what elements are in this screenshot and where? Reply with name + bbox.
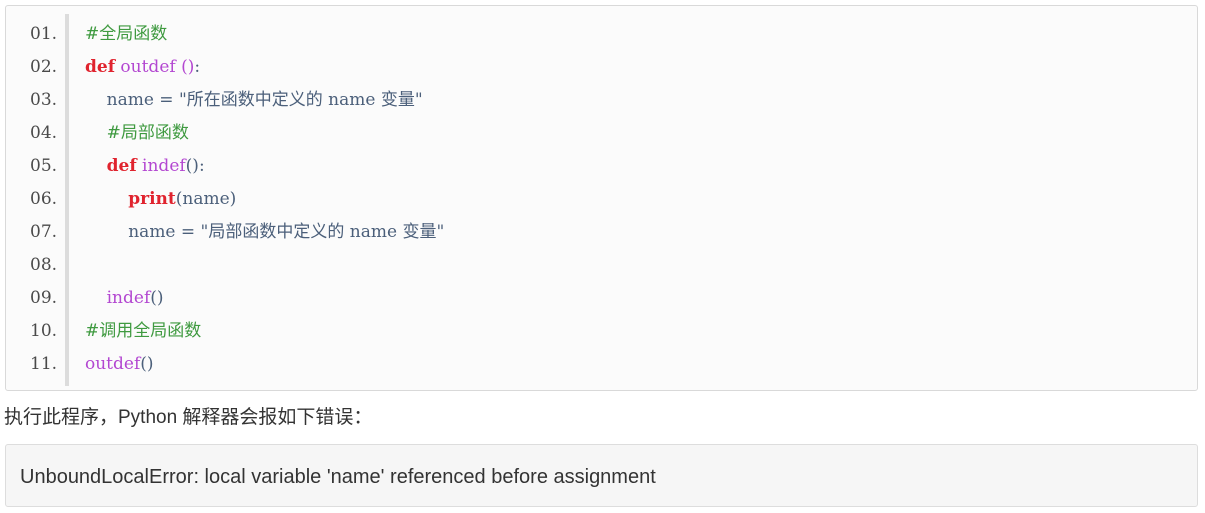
code-token: (): [140, 354, 154, 374]
code-text: #调用全局函数: [85, 315, 201, 348]
code-token: :: [194, 57, 201, 77]
code-token: #局部函数: [106, 123, 189, 143]
code-token: name =: [85, 222, 201, 242]
code-block: 01. #全局函数 02. def outdef (): 03. name = "所在函…: [5, 5, 1198, 391]
line-number: 10.: [30, 321, 58, 341]
line-number: 01.: [30, 24, 58, 44]
code-token: print: [128, 189, 176, 209]
code-token: :: [198, 156, 205, 176]
line-number: 03.: [30, 90, 58, 110]
line-number: 09.: [30, 288, 58, 308]
code-text: def indef():: [85, 150, 205, 183]
line-number: 04.: [30, 123, 58, 143]
code-token: #全局函数: [85, 24, 168, 44]
code-token: def: [85, 57, 116, 77]
code-token: indef: [106, 288, 151, 308]
error-output-box: UnboundLocalError: local variable 'name'…: [5, 444, 1198, 507]
code-token: (): [181, 57, 195, 77]
line-number: 07.: [30, 222, 58, 242]
code-token: "所在函数中定义的 name 变量": [178, 90, 423, 110]
code-text: def outdef ():: [85, 51, 200, 84]
code-token: (): [150, 288, 164, 308]
code-token: outdef: [120, 57, 176, 77]
error-message: UnboundLocalError: local variable 'name'…: [20, 466, 656, 488]
code-token: name =: [85, 90, 179, 110]
code-text: indef(): [85, 282, 164, 315]
code-text: outdef(): [85, 348, 154, 381]
line-number: 05.: [30, 156, 58, 176]
code-token: (): [185, 156, 199, 176]
code-token: def: [106, 156, 137, 176]
line-number: 02.: [30, 57, 58, 77]
code-text: name = "局部函数中定义的 name 变量": [85, 216, 444, 249]
code-token: indef: [142, 156, 186, 176]
code-text: print(name): [85, 183, 236, 216]
code-token: "局部函数中定义的 name 变量": [200, 222, 445, 242]
code-text: #局部函数: [85, 117, 189, 150]
code-token: (name): [175, 189, 237, 209]
line-number: 06.: [30, 189, 58, 209]
code-token: outdef: [85, 354, 141, 374]
code-text: #全局函数: [85, 18, 167, 51]
line-number: 08.: [30, 255, 58, 275]
explanation-text: 执行此程序，Python 解释器会报如下错误：: [4, 407, 373, 428]
code-token: #调用全局函数: [85, 321, 202, 341]
code-text: name = "所在函数中定义的 name 变量": [85, 84, 423, 117]
line-number: 11.: [30, 354, 58, 374]
